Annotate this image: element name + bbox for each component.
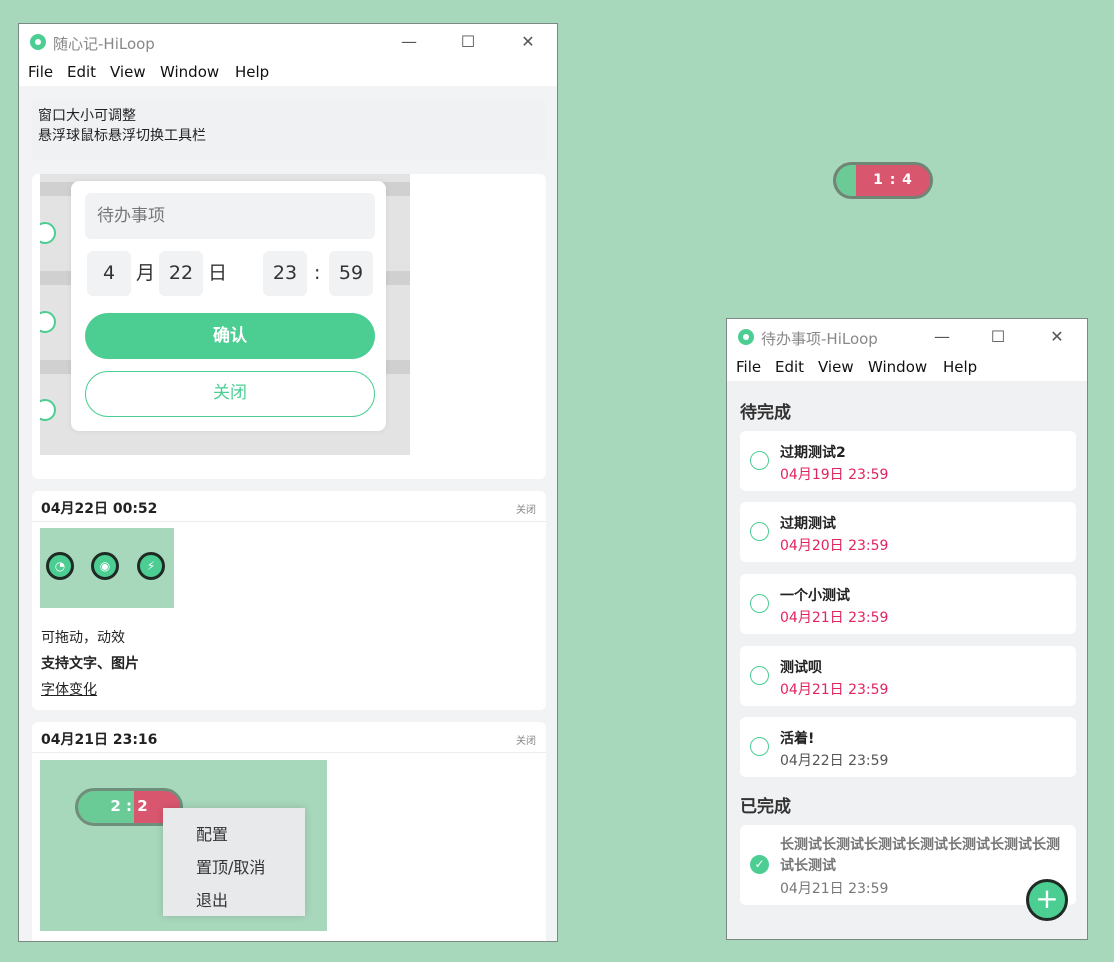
maximize-icon[interactable]: ☐ bbox=[984, 325, 1012, 349]
menu-edit[interactable]: Edit bbox=[67, 63, 96, 81]
close-button: 关闭 bbox=[85, 371, 375, 417]
screenshot-image: 待办事项 4 月 22 日 23 : 59 确认 关闭 bbox=[40, 174, 410, 455]
note-text-underline: 字体变化 bbox=[41, 682, 97, 698]
todo-name: 过期测试 bbox=[780, 516, 836, 532]
note-card: 04月22日 00:52 关闭 ◔ ◉ ⚡ 可拖动，动效 支持文字、图片 字体变… bbox=[32, 491, 546, 710]
todo-name: 过期测试2 bbox=[780, 445, 846, 461]
note-card: 待办事项 4 月 22 日 23 : 59 确认 关闭 bbox=[32, 174, 546, 479]
todo-name: 活着! bbox=[780, 731, 815, 747]
minimize-icon[interactable]: — bbox=[928, 325, 956, 349]
tip-line: 窗口大小可调整 bbox=[38, 108, 136, 124]
pending-heading: 待完成 bbox=[740, 403, 791, 423]
note-text-bold: 支持文字、图片 bbox=[41, 656, 139, 672]
todo-item[interactable]: 一个小测试 04月21日 23:59 bbox=[740, 574, 1076, 634]
menu-edit[interactable]: Edit bbox=[775, 358, 804, 376]
note-text: 可拖动，动效 bbox=[41, 630, 125, 646]
todo-item[interactable]: 活着! 04月22日 23:59 bbox=[740, 717, 1076, 777]
checkbox-icon[interactable] bbox=[750, 666, 769, 685]
note-image: 2 : 2 配置 置顶/取消 退出 bbox=[40, 760, 327, 931]
app-logo-icon bbox=[30, 34, 46, 50]
context-item-pin: 置顶/取消 bbox=[196, 858, 266, 877]
todo-due: 04月21日 23:59 bbox=[780, 610, 889, 626]
todo-input: 待办事项 bbox=[85, 193, 375, 239]
note-header: 04月22日 00:52 关闭 bbox=[32, 491, 546, 522]
todo-name: 测试呗 bbox=[780, 660, 822, 676]
confirm-button: 确认 bbox=[85, 313, 375, 359]
context-menu: 配置 置顶/取消 退出 bbox=[163, 808, 305, 916]
todo-window: 待办事项-HiLoop — ☐ ✕ File Edit View Window … bbox=[726, 318, 1088, 940]
month-label: 月 bbox=[136, 262, 156, 284]
todo-due: 04月20日 23:59 bbox=[780, 538, 889, 554]
todo-due: 04月21日 23:59 bbox=[780, 682, 889, 698]
main-window: 随心记-HiLoop — ☐ ✕ File Edit View Window H… bbox=[18, 23, 558, 942]
note-date: 04月22日 00:52 bbox=[41, 501, 158, 517]
checked-icon[interactable]: ✓ bbox=[750, 855, 769, 874]
title-bar[interactable]: 待办事项-HiLoop — ☐ ✕ bbox=[727, 319, 1087, 355]
month-field: 4 bbox=[87, 251, 131, 296]
note-card: 04月21日 23:16 关闭 2 : 2 配置 置顶/取消 退出 bbox=[32, 722, 546, 941]
done-item[interactable]: ✓ 长测试长测试长测试长测试长测试长测试长测试长测试 04月21日 23:59 bbox=[740, 825, 1076, 905]
menu-view[interactable]: View bbox=[818, 358, 854, 376]
minute-field: 59 bbox=[329, 251, 373, 296]
menu-file[interactable]: File bbox=[736, 358, 761, 376]
menu-bar: File Edit View Window Help bbox=[727, 355, 1087, 381]
done-heading: 已完成 bbox=[740, 797, 791, 817]
add-todo-popup: 待办事项 4 月 22 日 23 : 59 确认 关闭 bbox=[71, 181, 386, 431]
todo-list[interactable]: 待完成 过期测试2 04月19日 23:59 过期测试 04月20日 23:59… bbox=[727, 381, 1087, 939]
clock-icon: ◔ bbox=[46, 552, 74, 580]
window-title: 随心记-HiLoop bbox=[53, 35, 155, 53]
window-title: 待办事项-HiLoop bbox=[761, 330, 878, 348]
floating-ball[interactable]: 1 : 4 bbox=[833, 162, 933, 199]
menu-help[interactable]: Help bbox=[235, 63, 269, 81]
note-list[interactable]: 待办事项 4 月 22 日 23 : 59 确认 关闭 04月22日 00:52… bbox=[19, 86, 557, 941]
time-separator: : bbox=[314, 262, 321, 284]
title-bar[interactable]: 随心记-HiLoop — ☐ ✕ bbox=[19, 24, 557, 60]
loop-icon: ◉ bbox=[91, 552, 119, 580]
tip-line: 悬浮球鼠标悬浮切换工具栏 bbox=[38, 128, 206, 144]
context-item-config: 配置 bbox=[196, 825, 229, 844]
menu-window[interactable]: Window bbox=[160, 63, 219, 81]
checkbox-icon[interactable] bbox=[750, 737, 769, 756]
menu-help[interactable]: Help bbox=[943, 358, 977, 376]
checkbox-icon[interactable] bbox=[750, 451, 769, 470]
checkbox-icon[interactable] bbox=[750, 522, 769, 541]
todo-due: 04月19日 23:59 bbox=[780, 467, 889, 483]
minimize-icon[interactable]: — bbox=[395, 30, 423, 54]
todo-item[interactable]: 过期测试 04月20日 23:59 bbox=[740, 502, 1076, 562]
close-icon[interactable]: ✕ bbox=[1043, 325, 1071, 349]
note-close-button[interactable]: 关闭 bbox=[516, 732, 536, 747]
todo-item[interactable]: 测试呗 04月21日 23:59 bbox=[740, 646, 1076, 706]
tip-box: 窗口大小可调整 悬浮球鼠标悬浮切换工具栏 bbox=[32, 99, 546, 161]
menu-window[interactable]: Window bbox=[868, 358, 927, 376]
hour-field: 23 bbox=[263, 251, 307, 296]
context-item-quit: 退出 bbox=[196, 891, 229, 910]
note-header: 04月21日 23:16 关闭 bbox=[32, 722, 546, 753]
note-date: 04月21日 23:16 bbox=[41, 732, 158, 748]
floating-ball-count: 1 : 4 bbox=[873, 172, 913, 188]
lightning-icon: ⚡ bbox=[137, 552, 165, 580]
menu-bar: File Edit View Window Help bbox=[19, 60, 557, 86]
plus-icon[interactable]: + bbox=[1026, 879, 1068, 921]
maximize-icon[interactable]: ☐ bbox=[454, 30, 482, 54]
todo-due: 04月21日 23:59 bbox=[780, 881, 889, 897]
todo-name: 一个小测试 bbox=[780, 588, 850, 604]
checkbox-icon[interactable] bbox=[750, 594, 769, 613]
day-label: 日 bbox=[208, 262, 228, 284]
menu-file[interactable]: File bbox=[28, 63, 53, 81]
todo-item[interactable]: 过期测试2 04月19日 23:59 bbox=[740, 431, 1076, 491]
app-logo-icon bbox=[738, 329, 754, 345]
note-image: ◔ ◉ ⚡ bbox=[40, 528, 174, 608]
day-field: 22 bbox=[159, 251, 203, 296]
todo-due: 04月22日 23:59 bbox=[780, 753, 889, 769]
note-close-button[interactable]: 关闭 bbox=[516, 501, 536, 516]
menu-view[interactable]: View bbox=[110, 63, 146, 81]
close-icon[interactable]: ✕ bbox=[514, 30, 542, 54]
todo-name: 长测试长测试长测试长测试长测试长测试长测试长测试 bbox=[780, 837, 1060, 874]
